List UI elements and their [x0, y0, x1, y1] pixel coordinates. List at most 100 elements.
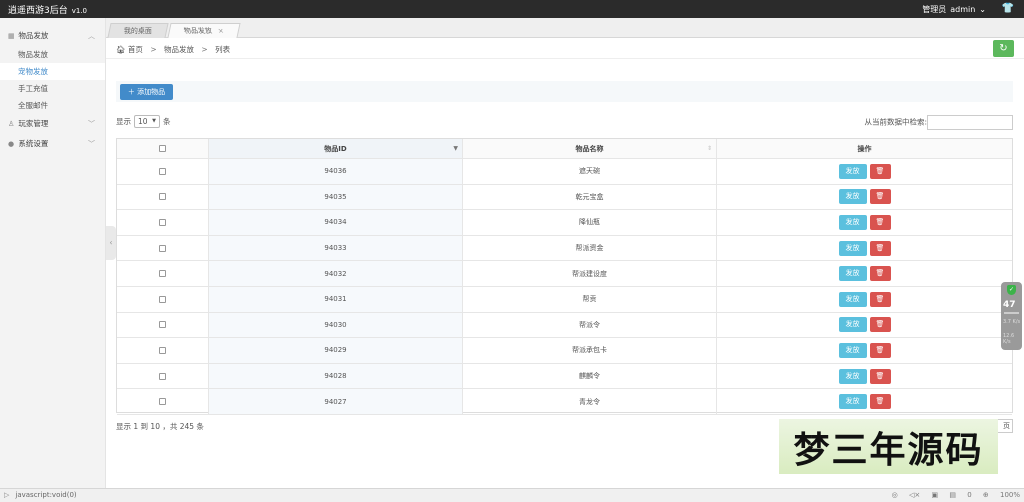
issue-button[interactable]: 发放	[838, 368, 867, 384]
status-bar: ▷ javascript:void(0) ◎ ◁× ▣ ▤ 0 ⊕ 100%	[0, 488, 1024, 502]
panel-icon[interactable]: ▷	[4, 491, 9, 499]
add-item-button[interactable]: ＋ 添加物品	[120, 84, 173, 100]
zoom-control[interactable]: ⊕ 100%	[983, 491, 1020, 499]
pager-page[interactable]: 页	[998, 419, 1013, 433]
trash-icon: 🗑︎	[875, 217, 885, 226]
delete-button[interactable]: 🗑︎	[869, 317, 891, 333]
row-checkbox[interactable]	[159, 321, 166, 329]
skin-shirt-icon[interactable]: 👕	[1002, 3, 1014, 14]
delete-button[interactable]: 🗑︎	[869, 291, 891, 307]
item-name: 帮派承包卡	[572, 346, 607, 355]
trash-icon: 🗑︎	[875, 243, 885, 252]
select-all-cell	[117, 139, 209, 158]
item-id: 94030	[324, 320, 347, 329]
row-checkbox[interactable]	[159, 398, 166, 406]
delete-button[interactable]: 🗑︎	[869, 368, 891, 384]
items-table: 物品ID ▼ 物品名称 ⇕ 操作 94036 遮天碗 发放 🗑︎ 94035 乾元宝盒 发放 🗑︎…	[116, 138, 1013, 415]
user-menu[interactable]: 管理员 admin ⌄	[918, 4, 986, 15]
issue-button[interactable]: 发放	[838, 317, 867, 333]
sidebar-group-settings[interactable]: ● 系统设置 ﹀	[0, 134, 105, 154]
mute-icon[interactable]: ◁×	[909, 491, 920, 499]
issue-button[interactable]: 发放	[838, 163, 867, 179]
username: admin	[950, 5, 976, 14]
delete-button[interactable]: 🗑︎	[869, 214, 891, 230]
row-checkbox[interactable]	[159, 295, 166, 303]
issue-button[interactable]: 发放	[838, 240, 867, 256]
plus-icon: ＋	[127, 88, 135, 96]
breadcrumb-separator: >	[150, 45, 157, 54]
issue-button[interactable]: 发放	[838, 214, 867, 230]
item-id-cell: 94033	[209, 235, 463, 261]
item-name: 帮贡	[582, 295, 597, 304]
item-name: 青龙令	[579, 397, 600, 406]
refresh-button[interactable]: ↻	[993, 40, 1014, 57]
table-row: 94028 麒麟令 发放 🗑︎	[117, 363, 1012, 390]
page-size-select[interactable]: 10 ▼	[134, 115, 160, 128]
row-select-cell	[117, 235, 209, 261]
sidebar-group-label: 玩家管理	[18, 119, 49, 128]
issue-button[interactable]: 发放	[838, 394, 867, 410]
sidebar: ▦ 物品发放 ︿ 物品发放 宠物发放 手工充值 全服邮件 ♙ 玩家管理 ﹀ ● …	[0, 18, 106, 488]
tab-my-desktop[interactable]: 我的桌面	[107, 23, 169, 38]
item-id: 94034	[324, 218, 347, 227]
sidebar-group-players[interactable]: ♙ 玩家管理 ﹀	[0, 114, 105, 134]
item-id: 94036	[324, 167, 347, 176]
delete-button[interactable]: 🗑︎	[869, 240, 891, 256]
row-checkbox[interactable]	[159, 346, 166, 354]
download-icon[interactable]: ▣	[931, 491, 938, 499]
table-row: 94034 降仙瓶 发放 🗑︎	[117, 210, 1012, 236]
row-checkbox[interactable]	[159, 270, 166, 278]
tab-item-issue[interactable]: 物品发放 ×	[167, 23, 241, 38]
row-checkbox[interactable]	[159, 193, 166, 201]
actions-cell: 发放 🗑︎	[717, 210, 1012, 235]
trash-icon: 🗑︎	[875, 320, 885, 329]
search-input[interactable]	[927, 115, 1013, 130]
app-title: 逍遥西游3后台 v1.0	[8, 3, 87, 16]
delete-button[interactable]: 🗑︎	[869, 189, 891, 205]
issue-button[interactable]: 发放	[838, 189, 867, 205]
header-item-name[interactable]: 物品名称 ⇕	[463, 139, 717, 158]
item-name: 麒麟令	[579, 372, 600, 381]
sidebar-collapse-handle[interactable]: ‹	[106, 226, 116, 260]
app-version: v1.0	[71, 7, 88, 15]
badge-icon[interactable]: ▤ 0	[949, 491, 971, 499]
check-icon[interactable]: ◎	[892, 491, 898, 499]
delete-button[interactable]: 🗑︎	[869, 394, 891, 410]
select-all-checkbox[interactable]	[159, 145, 166, 152]
close-icon[interactable]: ×	[216, 24, 225, 38]
header-actions: 操作	[717, 139, 1012, 158]
issue-button[interactable]: 发放	[838, 291, 867, 307]
add-item-label: 添加物品	[137, 88, 166, 96]
issue-button[interactable]: 发放	[838, 342, 867, 358]
issue-button[interactable]: 发放	[838, 266, 867, 282]
delete-button[interactable]: 🗑︎	[869, 342, 891, 358]
header-item-id[interactable]: 物品ID ▼	[209, 139, 463, 158]
row-checkbox[interactable]	[159, 167, 166, 175]
sidebar-item-server-mail[interactable]: 全服邮件	[0, 97, 105, 114]
sidebar-group-label: 系统设置	[18, 139, 49, 148]
item-id-cell: 94034	[209, 210, 463, 235]
user-role: 管理员	[922, 5, 947, 14]
row-checkbox[interactable]	[159, 244, 166, 252]
table-summary: 显示 1 到 10 ，共 245 条	[116, 422, 204, 431]
table-row: 94035 乾元宝盒 发放 🗑︎	[117, 184, 1012, 211]
breadcrumb-home[interactable]: 首页	[128, 45, 143, 54]
sidebar-item-item-issue[interactable]: 物品发放	[0, 46, 105, 63]
sidebar-item-manual-recharge[interactable]: 手工充值	[0, 80, 105, 97]
sidebar-group-items[interactable]: ▦ 物品发放 ︿	[0, 26, 105, 46]
item-name-cell: 帮贡	[463, 287, 717, 312]
delete-button[interactable]: 🗑︎	[869, 266, 891, 282]
delete-button[interactable]: 🗑︎	[869, 163, 891, 179]
sidebar-item-pet-issue[interactable]: 宠物发放	[0, 63, 105, 80]
table-row: 94032 帮派建设度 发放 🗑︎	[117, 261, 1012, 287]
status-url: javascript:void(0)	[15, 491, 77, 499]
row-checkbox[interactable]	[159, 218, 166, 226]
trash-icon: 🗑︎	[875, 397, 885, 406]
watermark: 梦三年源码	[779, 419, 998, 474]
row-checkbox[interactable]	[159, 372, 166, 380]
actions-cell: 发放 🗑︎	[717, 159, 1012, 184]
shield-icon: ✓	[1007, 285, 1016, 295]
network-monitor-widget[interactable]: ✓ 47 3.7 K/s 12.6 K/s	[1001, 282, 1022, 350]
item-id-cell: 94036	[209, 159, 463, 184]
table-row: 94029 帮派承包卡 发放 🗑︎	[117, 338, 1012, 364]
